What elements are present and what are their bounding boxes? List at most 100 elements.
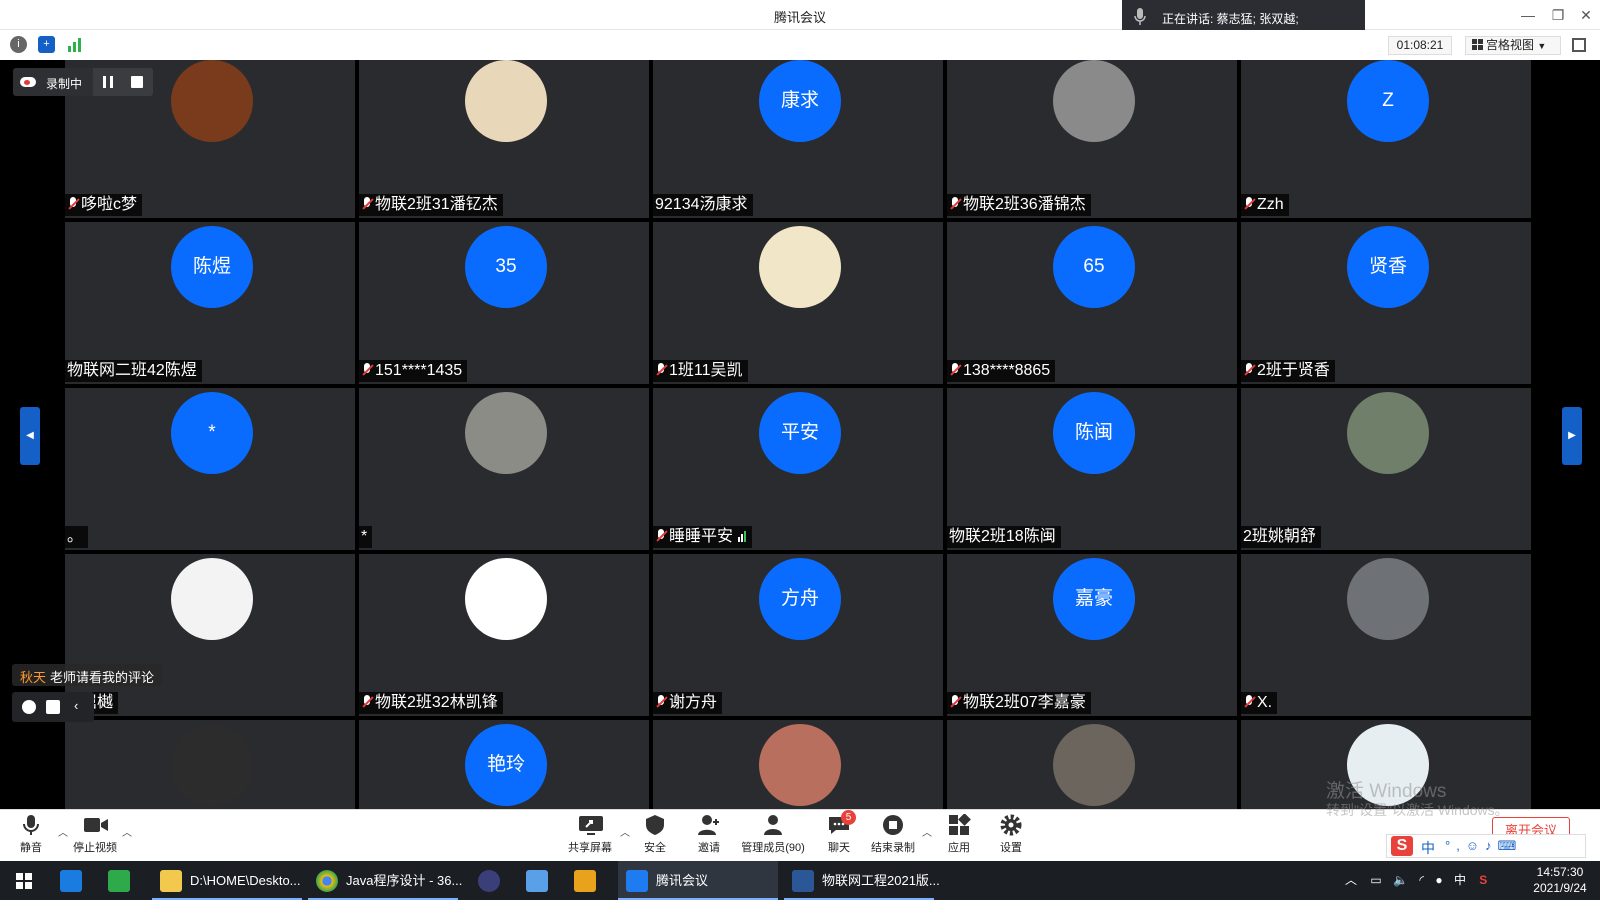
participant-name: 物联2班18陈闽 [949,528,1056,545]
participant-name: 151****1435 [375,362,463,379]
restore-button[interactable]: ❐ [1545,4,1571,26]
participant-nameplate: X. [1241,692,1278,714]
participant-tile[interactable]: 65 138****8865 [947,222,1239,386]
participant-tile[interactable]: 物联2班36潘锦杰 [947,60,1239,220]
video-options-chevron-icon[interactable]: ︿ [122,824,132,839]
activation-watermark-subtitle: 转到"设置"以激活 Windows。 [1326,802,1509,818]
sogou-tray-icon[interactable]: S [1479,873,1487,887]
pause-recording-button[interactable] [103,76,113,88]
participant-avatar [465,558,547,640]
meeting-info-bar: i + 01:08:21 宫格视图 ▼ [0,30,1600,60]
chat-sender: 秋天 [20,670,47,685]
share-screen-button[interactable]: 共享屏幕 [555,814,625,855]
prev-page-button[interactable]: ◀ [20,407,40,465]
participant-avatar: 贤香 [1347,226,1429,308]
participant-name: 哆啦c梦 [81,196,138,213]
system-clock[interactable]: 14:57:30 2021/9/24 [1525,864,1595,896]
participant-tile[interactable] [65,720,357,809]
taskbar-app-1[interactable] [52,861,98,900]
participant-tile[interactable]: 艳玲 [359,720,651,809]
taskbar-chrome[interactable]: Java程序设计 - 36... [308,861,462,900]
mic-muted-icon [949,695,961,709]
word-icon [792,870,814,892]
stop-recording-button[interactable] [131,76,143,88]
close-button[interactable]: ✕ [1573,4,1599,26]
taskbar-word[interactable]: 物联网工程2021版... [784,861,940,900]
info-icon[interactable]: i [10,36,27,53]
grid-view-dropdown[interactable]: 宫格视图 ▼ [1465,36,1561,55]
calculator-icon [526,870,548,892]
participant-nameplate: 138****8865 [947,360,1056,382]
start-button[interactable] [0,861,48,900]
participant-tile[interactable] [653,720,945,809]
participant-avatar [465,60,547,142]
participant-tile[interactable] [947,720,1239,809]
minimize-button[interactable]: — [1515,4,1541,26]
tray-language[interactable]: 中 [1454,873,1466,887]
sogou-logo-icon[interactable]: S [1391,836,1413,856]
participant-tile[interactable]: 康求 92134汤康求 [653,60,945,220]
participant-tile[interactable]: *。 [65,388,357,552]
record-stop-icon [881,814,905,836]
participant-avatar [1347,558,1429,640]
taskbar-app-idea[interactable] [566,861,612,900]
tray-expand-icon[interactable]: ︿ [1345,873,1357,887]
collapse-chevron-icon[interactable]: ‹ [74,698,78,713]
participant-name: 138****8865 [963,362,1051,379]
participant-tile[interactable]: 平安 睡睡平安 [653,388,945,552]
network-signal-icon [738,527,747,549]
speaker-icon[interactable]: 🔈 [1393,873,1408,887]
participant-tile[interactable]: 屈樾 [65,554,357,718]
participant-nameplate: 。 [65,526,89,548]
mute-label: 静音 [20,842,42,854]
message-icon[interactable] [46,700,60,714]
fullscreen-icon[interactable] [1572,38,1586,52]
manage-members-button[interactable]: 管理成员(90) [738,814,808,855]
battery-icon[interactable]: ▭ [1370,873,1381,887]
participant-tile[interactable]: X. [1241,554,1533,718]
participant-tile[interactable]: 陈煜 物联网二班42陈煜 [65,222,357,386]
mute-button[interactable]: 静音 [0,814,66,855]
mic-muted-icon [655,695,667,709]
participant-tile[interactable]: Z Zzh [1241,60,1533,220]
participant-tile[interactable]: 陈闽 物联2班18陈闽 [947,388,1239,552]
participant-tile[interactable]: * [359,388,651,552]
participant-name: 1班11吴凯 [669,362,743,379]
mic-muted-icon [949,363,961,377]
windows-taskbar: D:\HOME\Deskto... Java程序设计 - 36... 腾讯会议 … [0,861,1600,900]
signal-icon[interactable] [66,36,83,53]
participant-tile[interactable]: 35 151****1435 [359,222,651,386]
windows-logo-icon [16,873,32,889]
ime-language[interactable]: 中 [1421,838,1435,858]
emoji-icon[interactable] [22,700,36,714]
participant-tile[interactable]: 方舟 谢方舟 [653,554,945,718]
participant-tile[interactable]: 嘉豪 物联2班07李嘉豪 [947,554,1239,718]
folder-icon [160,870,182,892]
invite-button[interactable]: 邀请 [674,814,744,855]
stop-video-button[interactable]: 停止视频 [60,814,130,855]
end-recording-button[interactable]: 结束录制 [858,814,928,855]
taskbar-app-eclipse[interactable] [470,861,516,900]
grid-icon [1472,39,1483,50]
qq-icon[interactable]: ● [1435,873,1442,887]
taskbar-tencent-meeting[interactable]: 腾讯会议 [618,861,778,900]
mic-muted-icon [1243,363,1255,377]
participant-grid: 哆啦c梦 物联2班31潘钇杰 康求 92134汤康求 物联2班36潘锦杰 Z Zzh 陈煜 物联… [65,60,1535,809]
participant-tile[interactable]: 贤香 2班于贤香 [1241,222,1533,386]
participant-tile[interactable]: 物联2班31潘钇杰 [359,60,651,220]
wifi-icon[interactable]: ◜ [1419,873,1424,887]
taskbar-app-calc[interactable] [518,861,564,900]
participant-tile[interactable]: 1班11吴凯 [653,222,945,386]
mic-muted-icon [361,197,373,211]
participant-tile[interactable]: 物联2班32林凯锋 [359,554,651,718]
next-page-button[interactable]: ▶ [1562,407,1582,465]
chat-controls: ‹ [12,692,94,722]
speaking-text: 正在讲话: 蔡志猛; 张双越; [1162,12,1299,26]
participant-tile[interactable]: 2班姚朝舒 [1241,388,1533,552]
participant-nameplate: 151****1435 [359,360,468,382]
settings-button[interactable]: 设置 [976,814,1046,855]
taskbar-app-2[interactable] [100,861,146,900]
ime-tools-icon[interactable]: °,☺♪⌨ [1445,838,1522,854]
taskbar-explorer[interactable]: D:\HOME\Deskto... [152,861,302,900]
shield-icon[interactable]: + [38,36,55,53]
